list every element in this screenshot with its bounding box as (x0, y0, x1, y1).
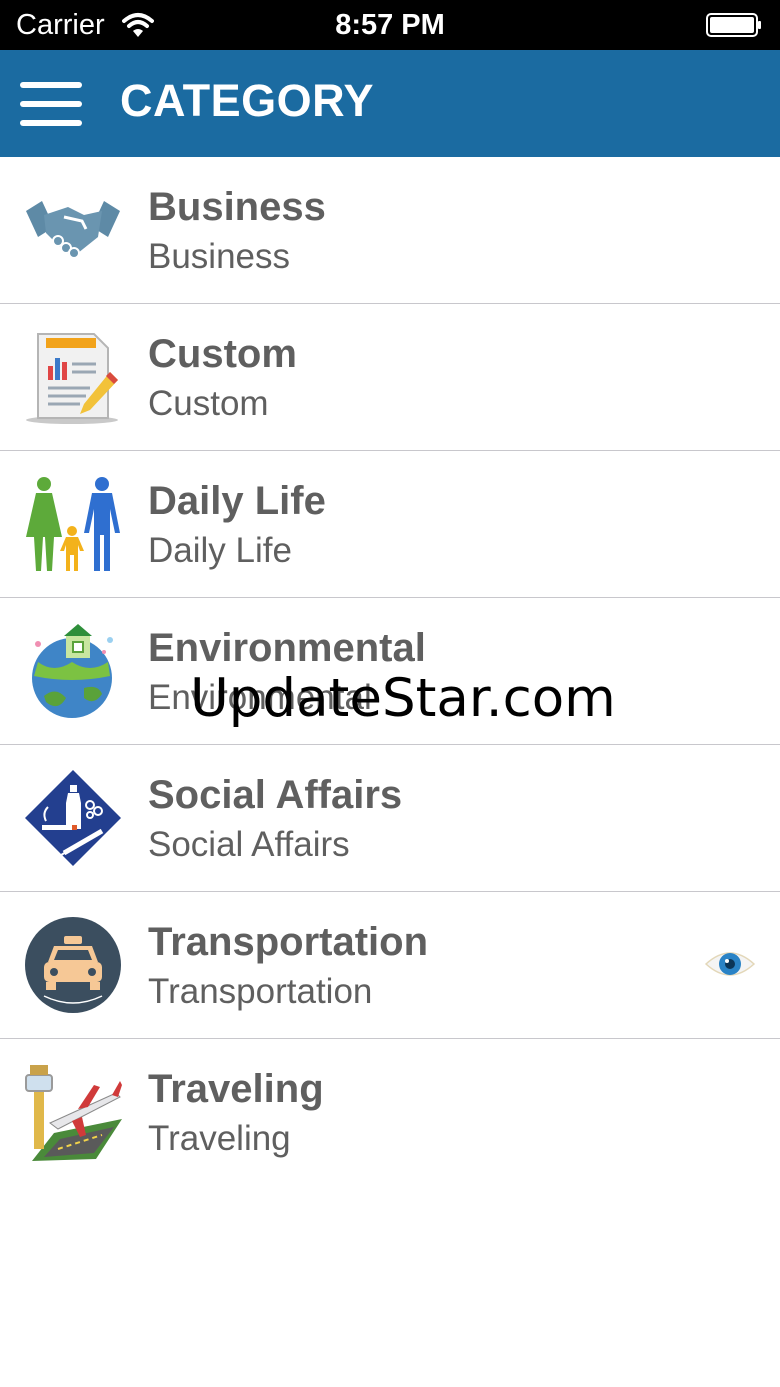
airport-icon (25, 1065, 122, 1161)
category-row-custom[interactable]: Custom Custom (0, 304, 780, 451)
category-title: Daily Life (148, 479, 326, 523)
category-row-business[interactable]: Business Business (0, 157, 780, 304)
category-subtitle: Traveling (148, 1119, 291, 1158)
menu-button[interactable] (20, 82, 82, 126)
nav-bar (0, 50, 780, 157)
earth-house-icon (32, 624, 113, 718)
category-title: Business (148, 185, 326, 229)
hamburger-line (20, 101, 82, 107)
category-title: Transportation (148, 920, 429, 964)
category-title: Custom (148, 332, 297, 376)
handshake-icon (26, 201, 120, 259)
battery-icon (706, 13, 761, 37)
clock: 8:57 PM (335, 9, 445, 41)
category-row-traveling[interactable]: Traveling Traveling (0, 1039, 780, 1185)
category-title: Social Affairs (148, 773, 403, 817)
status-bar: Carrier 8:57 PM (0, 0, 780, 50)
report-document-icon (26, 333, 118, 424)
category-row-social-affairs[interactable]: Social Affairs Social Affairs (0, 745, 780, 892)
category-row-daily-life[interactable]: Daily Life Daily Life (0, 451, 780, 598)
hamburger-menu-icon (20, 82, 82, 88)
category-title: Environmental (148, 626, 426, 670)
category-subtitle: Custom (148, 384, 269, 423)
hamburger-line (20, 120, 82, 126)
watermark-text: UpdateStar.com (190, 668, 616, 729)
family-icon (26, 477, 120, 571)
category-subtitle: Business (148, 237, 291, 276)
category-subtitle: Social Affairs (148, 825, 350, 864)
eye-icon (704, 952, 756, 976)
category-subtitle: Daily Life (148, 531, 292, 570)
taxi-icon (25, 917, 121, 1013)
category-subtitle: Transportation (148, 972, 373, 1011)
category-row-transportation[interactable]: Transportation Transportation (0, 892, 780, 1039)
addiction-warning-icon (25, 770, 121, 866)
page-title: CATEGORY (120, 75, 375, 126)
category-title: Traveling (148, 1067, 324, 1111)
